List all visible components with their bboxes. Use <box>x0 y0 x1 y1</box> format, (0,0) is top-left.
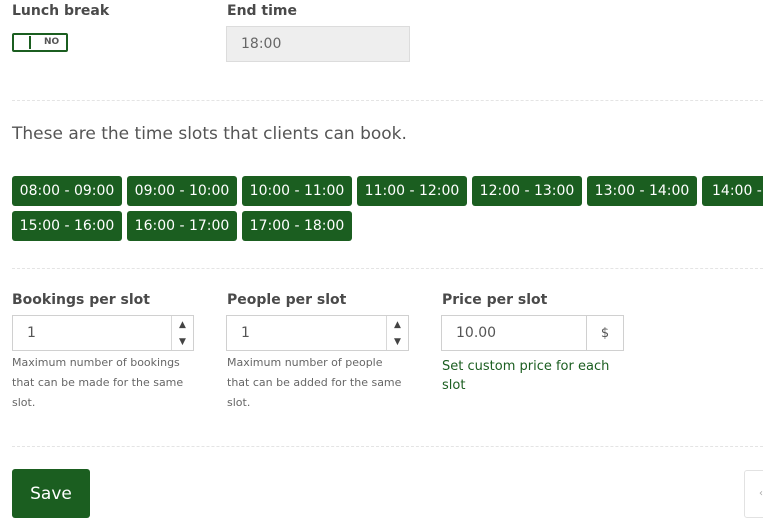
price-per-slot-value: 10.00 <box>456 325 497 341</box>
section-divider <box>12 446 763 447</box>
chevron-icon: ‹ <box>759 488 763 499</box>
partial-side-button[interactable]: ‹ <box>744 470 763 518</box>
time-slot-button[interactable]: 10:00 - 11:00 <box>242 176 352 206</box>
toggle-state-text: NO <box>44 37 60 47</box>
bookings-per-slot-help: Maximum number of bookings that can be m… <box>12 356 184 409</box>
bookings-per-slot-value: 1 <box>27 325 36 341</box>
stepper-up-icon[interactable]: ▲ <box>387 316 408 333</box>
toggle-knob <box>17 36 31 49</box>
booking-settings-panel: Lunch break NO End time 18:00 These are … <box>0 0 763 529</box>
end-time-value: 18:00 <box>241 36 282 52</box>
bookings-stepper: ▲ ▼ <box>171 316 193 350</box>
time-slot-button[interactable]: 15:00 - 16:00 <box>12 211 122 241</box>
people-per-slot-label: People per slot <box>227 292 347 308</box>
stepper-up-icon[interactable]: ▲ <box>172 316 193 333</box>
time-slot-button[interactable]: 11:00 - 12:00 <box>357 176 467 206</box>
time-slot-button[interactable]: 14:00 - 15:00 <box>702 176 763 206</box>
time-slot-button[interactable]: 17:00 - 18:00 <box>242 211 352 241</box>
section-divider <box>12 268 763 269</box>
time-slot-button[interactable]: 12:00 - 13:00 <box>472 176 582 206</box>
end-time-label: End time <box>227 3 297 19</box>
section-divider <box>12 100 763 101</box>
time-slot-button[interactable]: 13:00 - 14:00 <box>587 176 697 206</box>
price-per-slot-label: Price per slot <box>442 292 548 308</box>
custom-price-link[interactable]: Set custom price for each slot <box>442 357 622 395</box>
time-slot-button[interactable]: 08:00 - 09:00 <box>12 176 122 206</box>
people-per-slot-value: 1 <box>241 325 250 341</box>
people-per-slot-input[interactable]: 1 ▲ ▼ <box>226 315 409 351</box>
price-per-slot-input[interactable]: 10.00 <box>441 315 587 351</box>
people-per-slot-help: Maximum number of people that can be add… <box>227 356 402 409</box>
time-slots-heading: These are the time slots that clients ca… <box>12 124 407 144</box>
time-slot-button[interactable]: 16:00 - 17:00 <box>127 211 237 241</box>
people-stepper: ▲ ▼ <box>386 316 408 350</box>
time-slot-button[interactable]: 09:00 - 10:00 <box>127 176 237 206</box>
bookings-per-slot-label: Bookings per slot <box>12 292 150 308</box>
stepper-down-icon[interactable]: ▼ <box>172 333 193 350</box>
time-slot-list: 08:00 - 09:00 09:00 - 10:00 10:00 - 11:0… <box>12 176 763 246</box>
bookings-per-slot-input[interactable]: 1 ▲ ▼ <box>12 315 194 351</box>
lunch-break-toggle[interactable]: NO <box>12 33 68 52</box>
lunch-break-label: Lunch break <box>12 3 110 19</box>
save-button[interactable]: Save <box>12 469 90 518</box>
stepper-down-icon[interactable]: ▼ <box>387 333 408 350</box>
currency-addon: $ <box>587 315 624 351</box>
end-time-field: 18:00 <box>226 26 410 62</box>
